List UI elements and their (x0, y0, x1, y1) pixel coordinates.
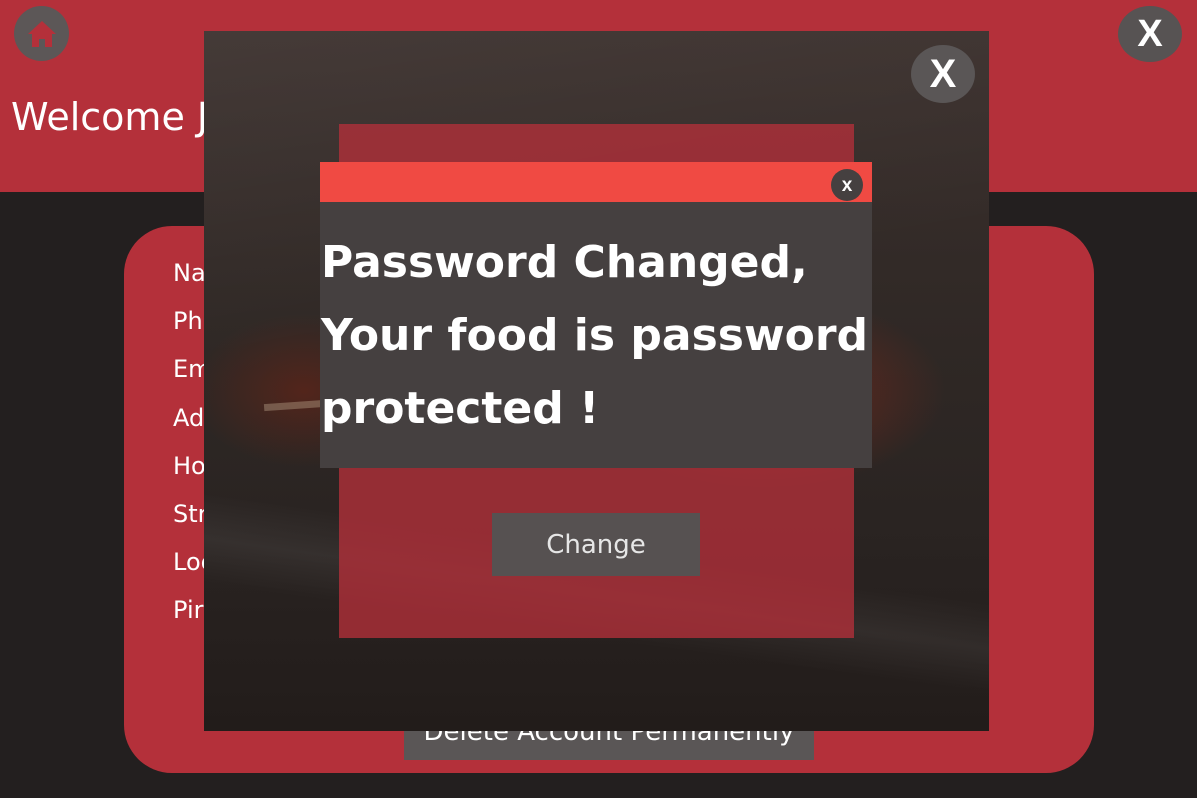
home-icon (27, 20, 56, 47)
change-button[interactable]: Change (492, 513, 700, 576)
welcome-heading: Welcome J (11, 95, 209, 139)
close-app-button[interactable]: X (1118, 6, 1182, 62)
app-root: Welcome J X Na Ph Em Ad Ho Str Loc Pir D… (0, 0, 1197, 798)
alert-message: Password Changed, Your food is password … (321, 237, 869, 434)
close-alert-button[interactable]: x (831, 169, 863, 201)
home-button[interactable] (14, 6, 69, 61)
alert-title-bar: x (320, 162, 872, 202)
alert-dialog: x Password Changed, Your food is passwor… (320, 162, 872, 468)
close-modal-button[interactable]: X (911, 45, 975, 103)
